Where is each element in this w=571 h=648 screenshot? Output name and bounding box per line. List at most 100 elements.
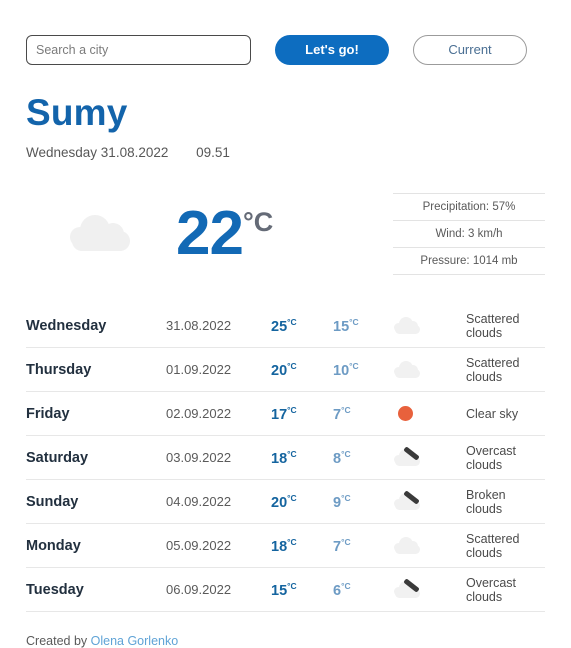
- forecast-max-temp: 18°C: [271, 537, 333, 555]
- search-input[interactable]: [26, 35, 251, 65]
- forecast-min-temp: 15°C: [333, 317, 388, 335]
- forecast-min-unit: °C: [341, 404, 351, 415]
- forecast-list: Wednesday 31.08.2022 25°C 15°C Scattered clo…: [26, 304, 545, 612]
- forecast-max-unit: °C: [287, 580, 297, 591]
- footer-prefix: Created by: [26, 634, 91, 648]
- forecast-max-value: 18: [271, 538, 288, 555]
- forecast-description: Scattered clouds: [466, 311, 520, 340]
- forecast-row: Wednesday 31.08.2022 25°C 15°C Scattered clo…: [26, 304, 545, 348]
- current-date: Wednesday 31.08.2022: [26, 145, 169, 160]
- forecast-max-unit: °C: [287, 316, 297, 327]
- forecast-max-value: 18: [271, 450, 288, 467]
- forecast-icon-wrap: [388, 445, 466, 467]
- precipitation-value: Precipitation: 57%: [393, 193, 545, 221]
- forecast-max-value: 20: [271, 494, 288, 511]
- weather-app: Let's go! Current Sumy Wednesday 31.08.2…: [0, 0, 571, 648]
- forecast-min-value: 6: [333, 582, 342, 599]
- forecast-date: 31.08.2022: [166, 318, 232, 333]
- forecast-row: Friday 02.09.2022 17°C 7°C Clear sky: [26, 392, 545, 436]
- forecast-max-temp: 20°C: [271, 361, 333, 379]
- current-temperature-unit: °C: [242, 207, 274, 237]
- search-submit-button[interactable]: Let's go!: [275, 35, 389, 65]
- forecast-min-temp: 10°C: [333, 361, 388, 379]
- forecast-min-unit: °C: [349, 316, 359, 327]
- current-weather-panel: 22 °C Precipitation: 57% Wind: 3 km/h Pr…: [26, 186, 545, 282]
- forecast-icon-wrap: [388, 405, 466, 423]
- forecast-min-unit: °C: [341, 492, 351, 503]
- forecast-max-unit: °C: [287, 448, 297, 459]
- current-temperature: 22 °C: [176, 203, 273, 265]
- scattered-clouds-icon: [394, 536, 420, 555]
- scattered-clouds-icon: [394, 360, 420, 379]
- current-temperature-value: 22: [176, 199, 244, 268]
- forecast-date: 01.09.2022: [166, 362, 232, 377]
- forecast-date: 04.09.2022: [166, 494, 232, 509]
- forecast-description: Overcast clouds: [466, 443, 517, 472]
- forecast-max-temp: 20°C: [271, 493, 333, 511]
- forecast-day: Wednesday: [26, 317, 107, 334]
- forecast-min-temp: 7°C: [333, 537, 388, 555]
- forecast-max-temp: 15°C: [271, 581, 333, 599]
- search-bar: Let's go! Current: [26, 0, 545, 67]
- forecast-min-temp: 7°C: [333, 405, 388, 423]
- wind-value: Wind: 3 km/h: [393, 221, 545, 248]
- forecast-description: Scattered clouds: [466, 355, 520, 384]
- forecast-max-value: 17: [271, 406, 288, 423]
- overcast-clouds-icon: [394, 445, 420, 467]
- current-weather-icon-wrap: [26, 215, 176, 253]
- forecast-icon-wrap: [388, 360, 466, 379]
- forecast-date: 06.09.2022: [166, 582, 232, 597]
- forecast-icon-wrap: [388, 316, 466, 335]
- forecast-min-unit: °C: [341, 536, 351, 547]
- forecast-date: 05.09.2022: [166, 538, 232, 553]
- forecast-max-value: 20: [271, 362, 288, 379]
- forecast-max-unit: °C: [287, 492, 297, 503]
- forecast-min-value: 9: [333, 494, 342, 511]
- forecast-max-value: 15: [271, 582, 288, 599]
- forecast-min-value: 7: [333, 406, 342, 423]
- current-details: Precipitation: 57% Wind: 3 km/h Pressure…: [393, 193, 545, 275]
- forecast-day: Saturday: [26, 449, 89, 466]
- current-time: 09.51: [196, 145, 230, 160]
- forecast-day: Sunday: [26, 493, 79, 510]
- forecast-description: Scattered clouds: [466, 531, 520, 560]
- forecast-description: Clear sky: [466, 406, 519, 421]
- forecast-date: 02.09.2022: [166, 406, 232, 421]
- footer: Created by Olena Gorlenko: [26, 634, 545, 648]
- overcast-clouds-icon: [394, 577, 420, 599]
- forecast-row: Sunday 04.09.2022 20°C 9°C Broken clouds: [26, 480, 545, 524]
- forecast-icon-wrap: [388, 489, 466, 511]
- pressure-value: Pressure: 1014 mb: [393, 248, 545, 275]
- forecast-row: Saturday 03.09.2022 18°C 8°C Overcast clouds: [26, 436, 545, 480]
- scattered-clouds-icon: [394, 316, 420, 335]
- forecast-min-unit: °C: [349, 360, 359, 371]
- forecast-max-temp: 18°C: [271, 449, 333, 467]
- forecast-max-value: 25: [271, 318, 288, 335]
- forecast-icon-wrap: [388, 536, 466, 555]
- forecast-day: Tuesday: [26, 581, 84, 598]
- clear-sky-icon: [394, 405, 420, 423]
- forecast-date: 03.09.2022: [166, 450, 232, 465]
- forecast-min-value: 8: [333, 450, 342, 467]
- forecast-min-unit: °C: [341, 580, 351, 591]
- forecast-day: Friday: [26, 405, 70, 422]
- forecast-day: Thursday: [26, 361, 92, 378]
- forecast-row: Thursday 01.09.2022 20°C 10°C Scattered clou…: [26, 348, 545, 392]
- forecast-max-temp: 25°C: [271, 317, 333, 335]
- forecast-row: Monday 05.09.2022 18°C 7°C Scattered clouds: [26, 524, 545, 568]
- forecast-max-unit: °C: [287, 404, 297, 415]
- forecast-min-temp: 8°C: [333, 449, 388, 467]
- forecast-max-temp: 17°C: [271, 405, 333, 423]
- cloud-icon: [70, 215, 132, 253]
- forecast-min-value: 10: [333, 362, 350, 379]
- forecast-min-unit: °C: [341, 448, 351, 459]
- forecast-row: Tuesday 06.09.2022 15°C 6°C Overcast clouds: [26, 568, 545, 612]
- forecast-description: Overcast clouds: [466, 575, 517, 604]
- forecast-min-value: 7: [333, 538, 342, 555]
- current-datetime: Wednesday 31.08.2022 09.51: [26, 145, 545, 160]
- broken-clouds-icon: [394, 489, 420, 511]
- author-link[interactable]: Olena Gorlenko: [91, 634, 179, 648]
- forecast-min-temp: 9°C: [333, 493, 388, 511]
- forecast-max-unit: °C: [287, 360, 297, 371]
- current-location-button[interactable]: Current: [413, 35, 527, 65]
